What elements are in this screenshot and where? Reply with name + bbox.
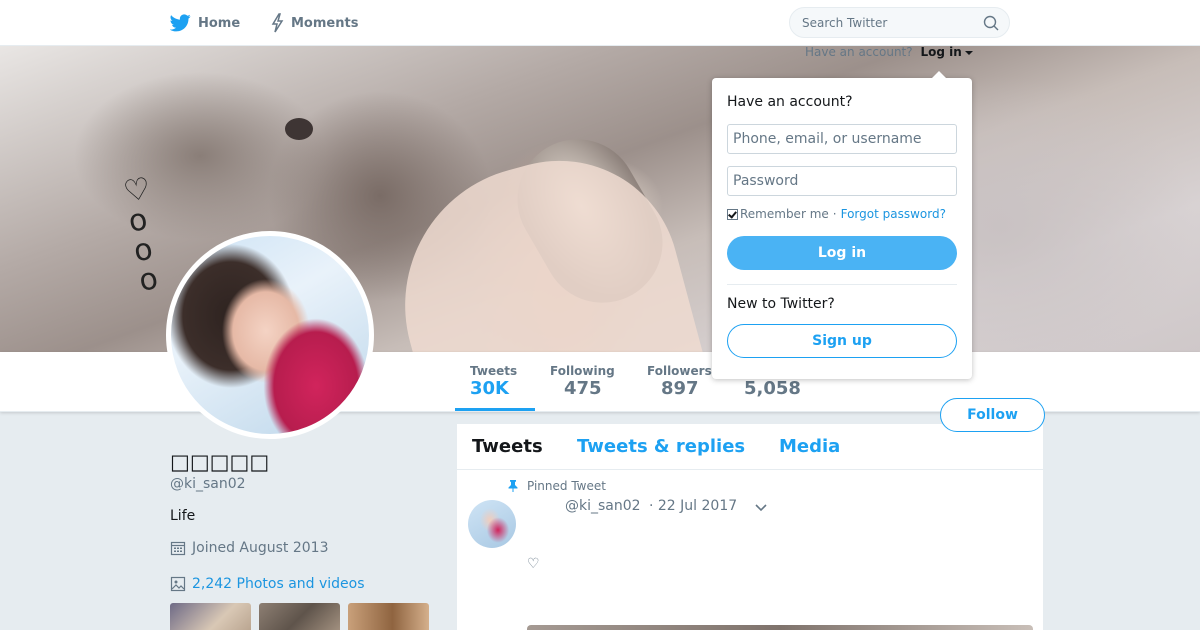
calendar-icon — [170, 541, 186, 556]
login-dropdown: Have an account? Remember me · Forgot pa… — [712, 71, 972, 379]
stat-label: Tweets — [470, 364, 518, 378]
password-field[interactable] — [727, 166, 957, 196]
stat-value: 5,058 — [744, 378, 801, 399]
profile-joined-text: Joined August 2013 — [192, 540, 329, 556]
pinned-text: Pinned Tweet — [527, 479, 606, 493]
twitter-bird-icon — [170, 14, 191, 32]
nav-home-label: Home — [198, 15, 241, 31]
image-icon — [170, 576, 186, 592]
login-button[interactable]: Log in — [727, 236, 957, 270]
timeline: Tweets Tweets & replies Media Pinned Twe… — [456, 423, 1044, 630]
profile-handle[interactable]: @ki_san02 — [170, 476, 246, 492]
active-stat-underline — [455, 408, 535, 411]
top-nav-bar: Home Moments Search Twitter — [0, 0, 1200, 46]
nav-home[interactable]: Home — [170, 0, 240, 46]
nav-moments-label: Moments — [291, 15, 359, 31]
forgot-password-link[interactable]: Forgot password? — [841, 207, 946, 221]
lightning-icon — [271, 13, 284, 33]
profile-name[interactable]: □□□□□ — [170, 450, 269, 474]
login-hint-text: Have an account? — [805, 45, 913, 59]
stat-tweets[interactable]: Tweets 30K — [470, 364, 517, 399]
nav-moments[interactable]: Moments — [270, 0, 358, 46]
stat-followers[interactable]: Followers 897 — [647, 364, 712, 399]
search-input[interactable]: Search Twitter — [802, 16, 887, 30]
profile-joined: Joined August 2013 — [170, 540, 328, 556]
stat-label: Following — [550, 364, 615, 378]
caret-down-icon[interactable] — [964, 50, 973, 55]
photo-thumbnail[interactable] — [259, 603, 340, 630]
photo-thumbnail[interactable] — [348, 603, 429, 630]
stat-value: 30K — [470, 378, 509, 399]
username-field[interactable] — [727, 124, 957, 154]
profile-avatar[interactable] — [166, 231, 374, 439]
new-to-twitter-text: New to Twitter? — [727, 296, 835, 312]
tab-tweets[interactable]: Tweets — [472, 436, 543, 457]
pin-icon — [508, 480, 518, 492]
login-dropdown-link[interactable]: Log in — [920, 45, 961, 59]
tweet-date[interactable]: · 22 Jul 2017 — [649, 498, 737, 514]
follow-button[interactable]: Follow — [940, 398, 1045, 432]
stat-label: Followers — [647, 364, 712, 378]
remember-row: Remember me · Forgot password? — [727, 207, 946, 221]
remember-label[interactable]: Remember me — [740, 207, 829, 221]
stat-following[interactable]: Following 475 — [550, 364, 615, 399]
tweet-text: ♡ — [527, 556, 540, 572]
stat-value: 475 — [564, 378, 602, 399]
banner-hand — [373, 133, 707, 352]
profile-bio: Life — [170, 508, 196, 524]
stat-value: 897 — [661, 378, 699, 399]
divider — [727, 284, 957, 285]
signup-button[interactable]: Sign up — [727, 324, 957, 358]
tweet-avatar[interactable] — [468, 500, 516, 548]
tab-tweets-replies[interactable]: Tweets & replies — [577, 436, 745, 457]
login-hint: Have an account? Log in — [805, 45, 973, 59]
photo-thumbnail[interactable] — [170, 603, 251, 630]
tweet-handle[interactable]: @ki_san02 — [565, 498, 641, 514]
login-heading: Have an account? — [727, 94, 853, 110]
pinned-tweet-label: Pinned Tweet — [502, 479, 606, 493]
profile-photos-text: 2,242 Photos and videos — [192, 576, 365, 592]
separator: · — [832, 207, 837, 221]
tweet-media-image[interactable] — [527, 625, 1033, 630]
search-icon[interactable] — [983, 15, 999, 31]
banner-rabbit-eye — [285, 118, 313, 140]
chevron-down-icon[interactable] — [755, 504, 767, 512]
remember-checkbox[interactable] — [727, 208, 738, 220]
tab-media[interactable]: Media — [779, 436, 840, 457]
search-box[interactable]: Search Twitter — [789, 7, 1010, 38]
profile-photos-link[interactable]: 2,242 Photos and videos — [170, 576, 365, 592]
